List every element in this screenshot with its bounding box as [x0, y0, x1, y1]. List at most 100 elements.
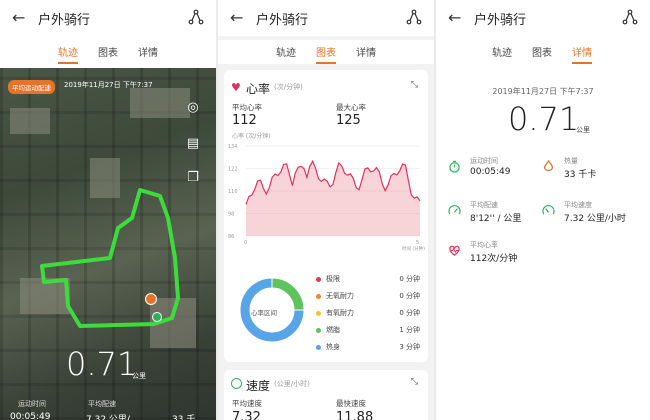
- heart-rate-area: [246, 161, 420, 236]
- app-bar: ← 户外骑行: [218, 0, 434, 36]
- share-icon[interactable]: [188, 9, 204, 25]
- tab-chart[interactable]: 图表: [532, 44, 552, 59]
- speed-unit: (公里/小时): [274, 380, 310, 388]
- zone-name: 热身: [326, 343, 340, 351]
- speed-gauge-icon: [542, 205, 555, 215]
- distance-unit: 公里: [576, 126, 590, 134]
- zone-value: 0 分钟: [399, 309, 420, 317]
- x-axis-label: 时间 (分钟): [402, 245, 425, 252]
- zone-value: 3 分钟: [399, 343, 420, 351]
- back-arrow-icon[interactable]: ←: [12, 8, 25, 27]
- stat-value: 33 千卡: [564, 170, 597, 180]
- tab-track[interactable]: 轨迹: [58, 44, 78, 64]
- stat-value: 8'12'' / 公里: [470, 214, 522, 224]
- expand-icon[interactable]: ⤡: [411, 80, 418, 90]
- app-bar: ← 户外骑行: [436, 0, 650, 36]
- zone-name: 有氧耐力: [326, 309, 354, 317]
- page-title: 户外骑行: [38, 13, 91, 28]
- zone-dot-icon: [316, 276, 321, 282]
- stat-label: 平均配速: [470, 201, 498, 209]
- zone-row: 燃脂 1 分钟: [316, 325, 420, 337]
- speed-title: 速度: [246, 379, 271, 393]
- zone-slice: [271, 277, 305, 311]
- tab-bar: 轨迹 图表 详情: [218, 40, 434, 64]
- max-speed-label: 最快速度: [336, 399, 366, 408]
- avg-hr-value: 112: [232, 113, 257, 128]
- zone-row: 极限 0 分钟: [316, 274, 420, 286]
- route-screen: ← 户外骑行 轨迹 图表 详情 平均运动配速 2019年11月27日 下午7:3…: [0, 0, 216, 420]
- tab-track[interactable]: 轨迹: [492, 44, 512, 59]
- stat-label: 热量: [564, 157, 578, 165]
- avg-speed-value: 7.32: [232, 410, 261, 420]
- distance-value: 0.71: [508, 100, 580, 138]
- speed-gauge-icon: [231, 378, 242, 389]
- heart-rate-line-chart: 134 122 110 98 86 0 5时间 (分钟): [228, 144, 425, 252]
- end-marker-icon: [152, 312, 162, 322]
- zone-value: 0 分钟: [399, 275, 420, 283]
- tab-detail[interactable]: 详情: [356, 44, 376, 59]
- tab-track[interactable]: 轨迹: [276, 44, 296, 59]
- page-title: 户外骑行: [256, 13, 309, 28]
- tab-detail[interactable]: 详情: [572, 44, 592, 64]
- pace-gauge-icon: [448, 205, 461, 215]
- max-hr-label: 最大心率: [336, 103, 366, 112]
- distance-value: 0.71: [66, 345, 138, 383]
- heart-rate-unit: (次/分钟): [274, 83, 303, 91]
- zone-dot-icon: [316, 310, 321, 316]
- tab-detail[interactable]: 详情: [138, 44, 158, 59]
- zone-name: 极限: [326, 275, 340, 283]
- page-title: 户外骑行: [474, 13, 527, 28]
- zone-center-label: 心率区间: [251, 309, 277, 317]
- tab-chart[interactable]: 图表: [98, 44, 118, 59]
- stat-label: 运动时间: [470, 157, 498, 165]
- zone-dot-icon: [316, 327, 321, 333]
- y-tick-label: 122: [228, 167, 238, 173]
- stat-value: 7.32 公里/小时: [564, 214, 626, 224]
- chart-screen: ← 户外骑行 轨迹 图表 详情 ♥ 心率 (次/分钟) ⤡ 平均心率 112 心…: [218, 0, 434, 420]
- activity-date: 2019年11月27日 下午7:37: [492, 87, 594, 96]
- back-arrow-icon[interactable]: ←: [448, 8, 461, 27]
- flame-icon: [544, 160, 553, 172]
- share-icon[interactable]: [406, 9, 422, 25]
- avg-hr-label: 平均心率: [232, 103, 262, 112]
- distance-unit: 公里: [132, 372, 146, 380]
- heart-icon: ♥: [231, 81, 241, 94]
- y-tick-label: 86: [228, 234, 234, 240]
- stopwatch-icon: [449, 160, 460, 173]
- heart-rate-card: ♥ 心率 (次/分钟) ⤡ 平均心率 112 心率 (次/分钟) 最大心率 12…: [224, 70, 428, 362]
- x-tick-label: 0: [244, 240, 247, 246]
- heart-rate-icon: [449, 245, 460, 256]
- zone-row: 热身 3 分钟: [316, 342, 420, 354]
- tab-bar: 轨迹 图表 详情: [436, 40, 650, 64]
- avg-hr-unit: 心率 (次/分钟): [232, 133, 271, 140]
- stat-label: 平均速度: [564, 201, 592, 209]
- zone-dot-icon: [316, 293, 321, 299]
- zone-name: 燃脂: [326, 326, 340, 334]
- share-icon[interactable]: [622, 9, 638, 25]
- footer-time-label: 运动时间: [18, 400, 46, 408]
- footer-heat-value: 33 千...: [172, 415, 204, 420]
- avg-speed-label: 平均速度: [232, 399, 262, 408]
- zone-value: 0 分钟: [399, 292, 420, 300]
- tab-bar: 轨迹 图表 详情: [0, 40, 216, 64]
- y-tick-label: 110: [228, 189, 238, 195]
- stat-label: 平均心率: [470, 241, 498, 249]
- y-tick-label: 98: [228, 212, 234, 218]
- back-arrow-icon[interactable]: ←: [230, 8, 243, 27]
- stat-calories: 热量 33 千卡: [542, 156, 642, 186]
- expand-icon[interactable]: ⤡: [411, 377, 418, 387]
- heart-rate-title: 心率: [246, 82, 271, 96]
- y-tick-label: 134: [228, 144, 238, 150]
- detail-screen: ← 户外骑行 轨迹 图表 详情 2019年11月27日 下午7:37 0.71 …: [436, 0, 650, 420]
- tab-chart[interactable]: 图表: [316, 44, 336, 64]
- stat-pace: 平均配速 8'12'' / 公里: [448, 200, 542, 230]
- footer-pace-label: 平均配速: [88, 400, 116, 408]
- footer-pace-value: 7.32 公里/...: [86, 415, 139, 420]
- stat-speed: 平均速度 7.32 公里/小时: [542, 200, 646, 230]
- speed-card: 速度 (公里/小时) ⤡ 平均速度 最快速度 7.32 11.88: [224, 370, 428, 420]
- zone-dot-icon: [316, 344, 321, 350]
- stat-value: 112次/分钟: [470, 254, 518, 264]
- zone-row: 无氧耐力 0 分钟: [316, 291, 420, 303]
- stat-duration: 运动时间 00:05:49: [448, 156, 538, 186]
- max-speed-value: 11.88: [336, 410, 374, 420]
